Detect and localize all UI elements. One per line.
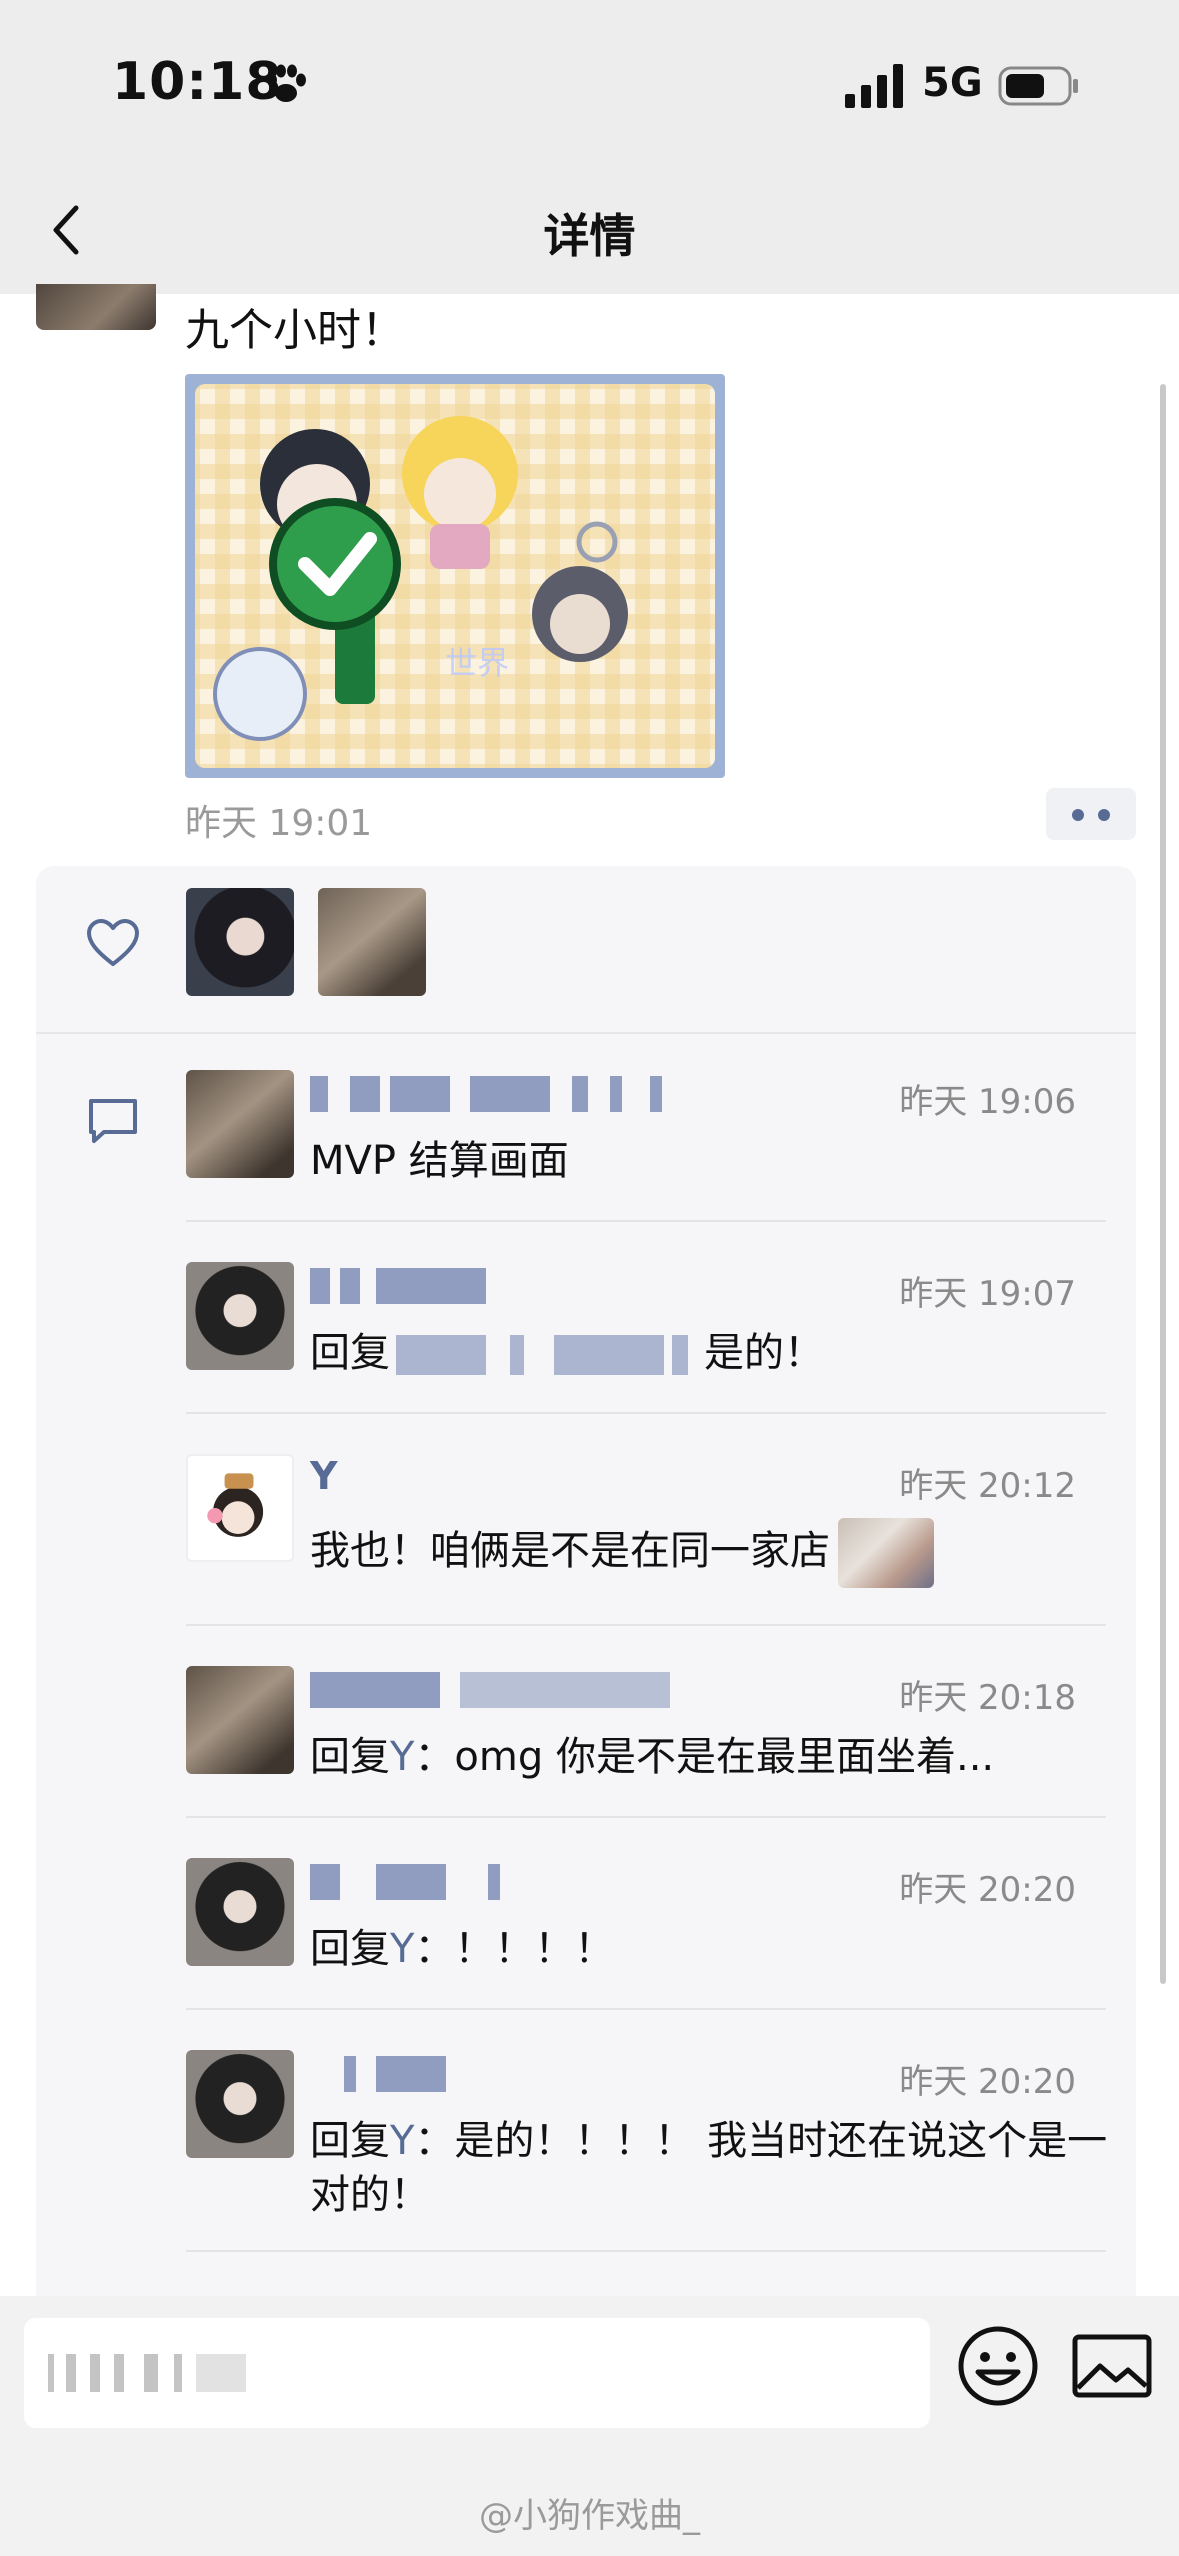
likes-row [36, 866, 1136, 1034]
status-time: 10:18 [112, 52, 283, 112]
liker-avatar[interactable] [186, 888, 294, 996]
redacted-name [672, 1335, 688, 1375]
commenter-name[interactable] [310, 1864, 510, 1900]
comment-time: 昨天 19:07 [899, 1274, 1076, 1314]
signal-icon [845, 64, 903, 108]
comment-input[interactable] [24, 2318, 930, 2428]
divider [186, 1412, 1106, 1414]
comment-time: 昨天 20:20 [899, 2062, 1076, 2102]
comment-item[interactable]: 昨天 20:20 回复Y：！！！！ [186, 1858, 1106, 2010]
commenter-name[interactable]: Y [310, 1454, 338, 1500]
emoji-icon[interactable] [956, 2324, 1040, 2408]
author-avatar[interactable] [36, 284, 156, 330]
comment-text: 回复Y：！！！！ [310, 1922, 1110, 1976]
comment-time: 昨天 19:06 [899, 1082, 1076, 1122]
input-placeholder-redacted [48, 2354, 248, 2392]
post-timestamp: 昨天 19:01 [185, 803, 373, 844]
commenter-avatar[interactable] [186, 1858, 294, 1966]
page-title: 详情 [543, 209, 636, 263]
divider [186, 1624, 1106, 1626]
inline-image[interactable] [838, 1518, 934, 1588]
comment-time: 昨天 20:12 [899, 1466, 1076, 1506]
watermark: @小狗作戏曲_ [479, 2496, 700, 2536]
svg-text:世界: 世界 [445, 644, 509, 682]
redacted-name [396, 1335, 486, 1375]
reply-prefix: 回复 [310, 1330, 390, 1376]
comment-item[interactable]: 昨天 20:20 回复Y：是的！！！！ 我当时还在说这个是一对的！ [186, 2050, 1107, 2252]
commenter-name[interactable] [310, 1672, 670, 1708]
reply-prefix: 回复 [310, 1926, 390, 1972]
heart-icon [87, 919, 139, 966]
comment-body: 是的！ [704, 1330, 824, 1376]
comment-text: 回复Y：omg 你是不是在最里面坐着... [310, 1730, 1110, 1784]
comment-item[interactable]: Y 昨天 20:12 我也！咱俩是不是在同一家店 [186, 1454, 1106, 1626]
comment-body: 我也！咱俩是不是在同一家店 [310, 1528, 830, 1574]
comment-text: MVP 结算画面 [310, 1138, 569, 1184]
comment-text: 回复Y：是的！！！！ 我当时还在说这个是一对的！ [310, 2114, 1110, 2222]
redacted-name [554, 1335, 664, 1375]
network-type: 5G [922, 60, 983, 106]
comment-item[interactable]: 昨天 19:07 回复 是的！ [186, 1262, 1106, 1414]
commenter-name[interactable] [310, 1076, 670, 1112]
reply-target[interactable]: Y [390, 2118, 414, 2164]
battery-icon [998, 66, 1078, 106]
comment-time: 昨天 20:18 [899, 1678, 1076, 1718]
paw-icon [267, 64, 306, 102]
commenter-avatar[interactable] [186, 2050, 294, 2158]
comment-body: ：是的！！！！ 我当时还在说这个是一对的！ [310, 2118, 1108, 2218]
commenter-avatar[interactable] [186, 1262, 294, 1370]
reply-target[interactable]: Y [390, 1926, 414, 1972]
liker-avatar[interactable] [318, 888, 426, 996]
post-text: 九个小时！ [185, 305, 405, 356]
comment-body: ：omg 你是不是在最里面坐着... [414, 1734, 995, 1780]
divider [186, 1816, 1106, 1818]
commenter-name[interactable] [310, 1268, 510, 1304]
comment-time: 昨天 20:20 [899, 1870, 1076, 1910]
image-icon[interactable] [1072, 2334, 1152, 2398]
avatar-figure [207, 1473, 264, 1537]
commenter-name[interactable] [310, 2056, 470, 2092]
reply-prefix: 回复 [310, 2118, 390, 2164]
reply-prefix: 回复 [310, 1734, 390, 1780]
dot-icon [1072, 809, 1084, 821]
commenter-avatar[interactable] [186, 1666, 294, 1774]
dot-icon [1098, 809, 1110, 821]
redacted-name [510, 1335, 524, 1375]
post-photo[interactable]: 世界 [185, 374, 725, 778]
commenter-avatar[interactable] [186, 1070, 294, 1178]
comment-input-bar: @小狗作戏曲_ [0, 2296, 1179, 2556]
commenter-avatar[interactable] [186, 1454, 294, 1562]
divider [186, 2008, 1106, 2010]
comment-body: ：！！！！ [414, 1926, 615, 1972]
scrollbar[interactable] [1160, 384, 1166, 1984]
comment-icon [89, 1099, 137, 1143]
comment-item[interactable]: 昨天 19:06 MVP 结算画面 [186, 1070, 1106, 1222]
nav-bar: 详情 [0, 160, 1179, 294]
more-button[interactable] [1046, 788, 1136, 840]
comment-text: 我也！咱俩是不是在同一家店 [310, 1518, 1110, 1588]
divider [186, 2250, 1106, 2252]
status-bar: 10:18 5G [0, 0, 1179, 160]
reply-target[interactable]: Y [390, 1734, 414, 1780]
comment-text: 回复 是的！ [310, 1326, 1110, 1380]
divider [186, 1220, 1106, 1222]
interaction-panel: 昨天 19:06 MVP 结算画面 昨天 19:07 回复 是的！ Y 昨天 20… [36, 866, 1136, 2366]
comment-item[interactable]: 昨天 20:18 回复Y：omg 你是不是在最里面坐着... [186, 1666, 1106, 1818]
